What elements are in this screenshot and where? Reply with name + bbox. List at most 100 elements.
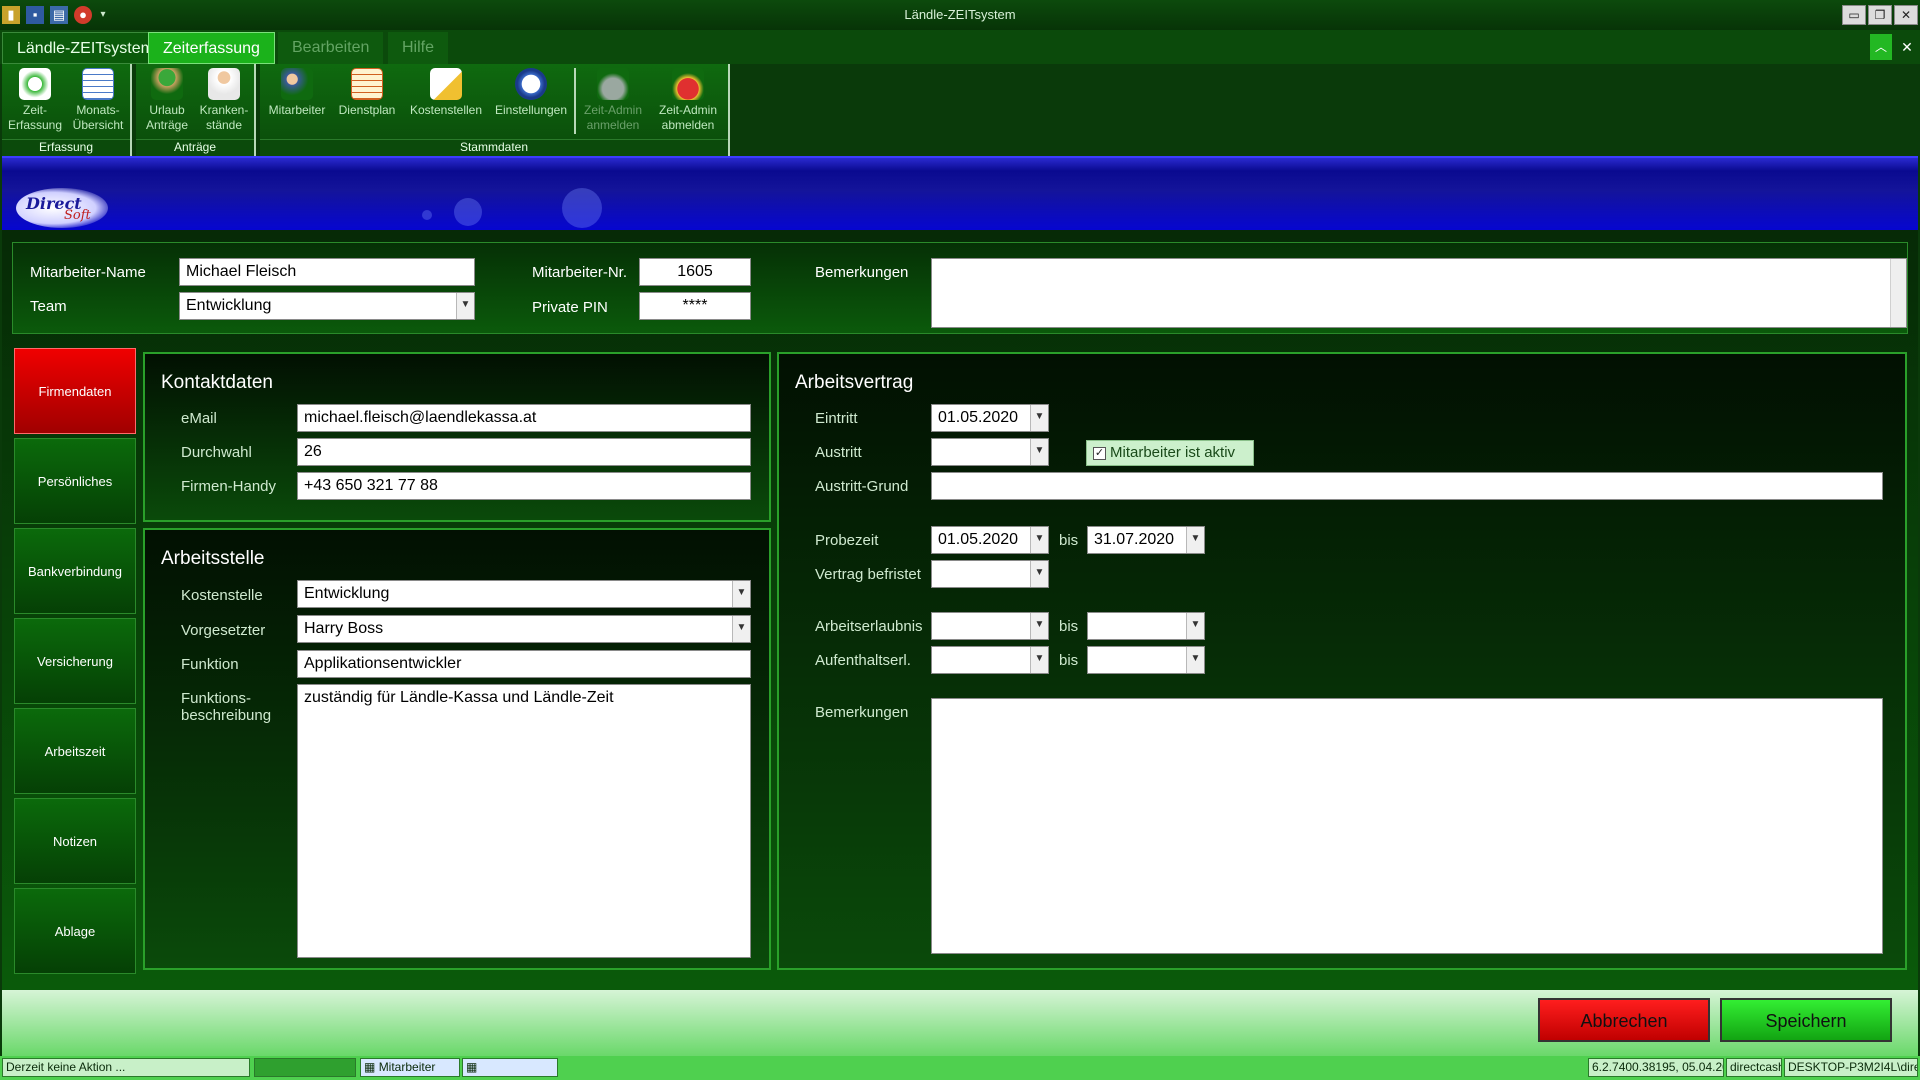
vertical-scrollbar[interactable] — [1890, 259, 1906, 327]
zeit-erfassung-button[interactable]: Zeit- Erfassung — [6, 68, 64, 133]
nav-bankverbindung[interactable]: Bankverbindung — [14, 528, 136, 614]
nav-arbeitszeit[interactable]: Arbeitszeit — [14, 708, 136, 794]
kostenstellen-button[interactable]: Kostenstellen — [406, 68, 486, 118]
contact-panel: Kontaktdaten eMail michael.fleisch@laend… — [143, 352, 771, 522]
tab-app-menu[interactable]: Ländle-ZEITsystem — [2, 32, 169, 64]
decor-bubble — [562, 188, 602, 228]
exit-reason-input[interactable] — [931, 472, 1883, 500]
zeit-admin-abmelden-button[interactable]: Zeit-Admin abmelden — [652, 68, 724, 133]
workplace-title: Arbeitsstelle — [161, 548, 265, 569]
group-label-erfassung: Erfassung — [2, 139, 130, 156]
schedule-icon — [351, 68, 383, 100]
work-permit-to-picker[interactable]: ▼ — [1087, 612, 1205, 640]
status-message: Derzeit keine Aktion ... — [2, 1058, 250, 1077]
chevron-down-icon[interactable]: ▼ — [1186, 527, 1204, 553]
save-button[interactable]: Speichern — [1720, 998, 1892, 1042]
limited-contract-label: Vertrag befristet — [815, 566, 921, 583]
chevron-down-icon[interactable]: ▼ — [1030, 561, 1048, 587]
chevron-down-icon[interactable]: ▼ — [1030, 613, 1048, 639]
chevron-down-icon[interactable]: ▼ — [732, 581, 750, 607]
settings-clock-icon — [515, 68, 547, 100]
status-tab-empty[interactable]: ▦ — [462, 1058, 558, 1077]
email-input[interactable]: michael.fleisch@laendlekassa.at — [297, 404, 751, 432]
status-bar: Derzeit keine Aktion ... ▦ Mitarbeiter ▦… — [0, 1056, 1920, 1080]
ribbon-collapse-button[interactable]: ︿ — [1870, 34, 1892, 60]
chevron-up-icon: ︿ — [1874, 40, 1887, 54]
chevron-down-icon[interactable]: ▼ — [1186, 613, 1204, 639]
decor-bubble — [454, 198, 482, 226]
urlaub-antraege-button[interactable]: Urlaub Anträge — [140, 68, 194, 133]
lock-red-icon — [672, 68, 704, 100]
users-small-icon: ▦ — [364, 1060, 376, 1074]
tab-hilfe[interactable]: Hilfe — [388, 32, 449, 64]
probation-label: Probezeit — [815, 532, 879, 549]
residence-permit-to-picker[interactable]: ▼ — [1087, 646, 1205, 674]
exit-date-label: Austritt — [815, 444, 862, 461]
cancel-button[interactable]: Abbrechen — [1538, 998, 1710, 1042]
krankenstaende-button[interactable]: Kranken- stände — [196, 68, 252, 133]
residence-permit-label: Aufenthaltserl. — [815, 652, 911, 669]
tab-zeiterfassung[interactable]: Zeiterfassung — [148, 32, 275, 64]
employee-name-input[interactable]: Michael Fleisch — [179, 258, 475, 286]
probation-to-picker[interactable]: 31.07.2020 ▼ — [1087, 526, 1205, 554]
manager-select[interactable]: Harry Boss ▼ — [297, 615, 751, 643]
header-remarks-input[interactable] — [931, 258, 1907, 328]
work-permit-from-picker[interactable]: ▼ — [931, 612, 1049, 640]
nav-notizen[interactable]: Notizen — [14, 798, 136, 884]
status-user: directcash — [1726, 1058, 1782, 1077]
ribbon: Zeit- Erfassung Monats- Übersicht Erfass… — [0, 64, 1920, 156]
exit-date-picker[interactable]: ▼ — [931, 438, 1049, 466]
einstellungen-button[interactable]: Einstellungen — [490, 68, 572, 118]
team-select[interactable]: Entwicklung ▼ — [179, 292, 475, 320]
users-icon — [281, 68, 313, 100]
chevron-down-icon[interactable]: ▼ — [1186, 647, 1204, 673]
close-button[interactable]: ✕ — [1894, 5, 1918, 25]
chevron-down-icon[interactable]: ▼ — [1030, 647, 1048, 673]
mitarbeiter-button[interactable]: Mitarbeiter — [264, 68, 330, 118]
function-description-textarea[interactable]: zuständig für Ländle-Kassa und Ländle-Ze… — [297, 684, 751, 958]
nav-firmendaten[interactable]: Firmendaten — [14, 348, 136, 434]
extension-input[interactable]: 26 — [297, 438, 751, 466]
employee-active-checkbox[interactable]: ✓ Mitarbeiter ist aktiv — [1086, 440, 1254, 466]
palm-tree-icon — [151, 68, 183, 100]
chevron-down-icon[interactable]: ▼ — [456, 293, 474, 319]
entry-date-picker[interactable]: 01.05.2020 ▼ — [931, 404, 1049, 432]
checkmark-icon[interactable]: ✓ — [1093, 446, 1106, 460]
contract-remarks-textarea[interactable] — [931, 698, 1883, 954]
work-permit-bis-label: bis — [1059, 618, 1079, 635]
entry-date-label: Eintritt — [815, 410, 858, 427]
extension-label: Durchwahl — [181, 444, 252, 461]
limited-contract-picker[interactable]: ▼ — [931, 560, 1049, 588]
tab-bearbeiten[interactable]: Bearbeiten — [278, 32, 384, 64]
chevron-down-icon[interactable]: ▼ — [1030, 439, 1048, 465]
nav-versicherung[interactable]: Versicherung — [14, 618, 136, 704]
minimize-button[interactable]: ▭ — [1842, 5, 1866, 25]
cost-center-label: Kostenstelle — [181, 587, 263, 604]
function-input[interactable]: Applikationsentwickler — [297, 650, 751, 678]
chevron-down-icon[interactable]: ▼ — [1030, 527, 1048, 553]
zeit-admin-anmelden-button[interactable]: Zeit-Admin anmelden — [580, 68, 646, 133]
contract-panel: Arbeitsvertrag Eintritt 01.05.2020 ▼ Aus… — [777, 352, 1907, 970]
cost-center-select[interactable]: Entwicklung ▼ — [297, 580, 751, 608]
residence-permit-from-picker[interactable]: ▼ — [931, 646, 1049, 674]
title-bar: ▮ ▪ ▤ ● ▾ Ländle-ZEITsystem ▭ ❐ ✕ — [0, 0, 1920, 30]
private-pin-input[interactable]: **** — [639, 292, 751, 320]
window-title: Ländle-ZEITsystem — [904, 7, 1016, 22]
employee-name-label: Mitarbeiter-Name — [30, 264, 146, 281]
status-tab-mitarbeiter[interactable]: ▦ Mitarbeiter — [360, 1058, 460, 1077]
employee-nr-input[interactable]: 1605 — [639, 258, 751, 286]
group-label-stammdaten: Stammdaten — [260, 139, 728, 156]
chevron-down-icon[interactable]: ▼ — [1030, 405, 1048, 431]
header-remarks-label: Bemerkungen — [815, 264, 909, 281]
nav-ablage[interactable]: Ablage — [14, 888, 136, 974]
ribbon-close-button[interactable]: ✕ — [1896, 34, 1918, 60]
dienstplan-button[interactable]: Dienstplan — [334, 68, 400, 118]
email-label: eMail — [181, 410, 217, 427]
chevron-down-icon[interactable]: ▼ — [732, 616, 750, 642]
monats-uebersicht-button[interactable]: Monats- Übersicht — [68, 68, 128, 133]
nav-persoenliches[interactable]: Persönliches — [14, 438, 136, 524]
company-mobile-input[interactable]: +43 650 321 77 88 — [297, 472, 751, 500]
function-label: Funktion — [181, 656, 239, 673]
probation-from-picker[interactable]: 01.05.2020 ▼ — [931, 526, 1049, 554]
restore-button[interactable]: ❐ — [1868, 5, 1892, 25]
